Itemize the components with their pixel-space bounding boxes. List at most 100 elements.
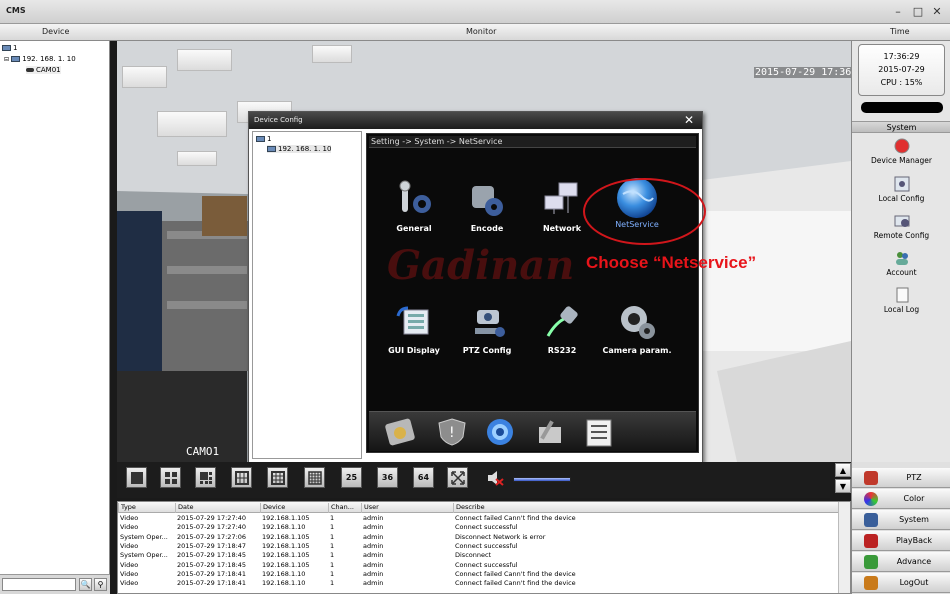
menu-rs232-label: RS232	[547, 346, 577, 355]
scroll-down-icon[interactable]: ▼	[835, 479, 851, 493]
shield-alert-icon[interactable]: !	[435, 417, 469, 447]
dialog-title-bar: Device Config ✕	[249, 112, 702, 129]
local-log-label: Local Log	[883, 305, 920, 314]
table-cell: 2015-07-29 17:18:47	[177, 541, 247, 550]
table-cell: Video	[120, 514, 139, 522]
table-row[interactable]: System Oper... 2015-07-29 17:27:06 192.168…	[118, 533, 840, 542]
col-device[interactable]: Device	[260, 503, 328, 513]
dialog-close-icon[interactable]: ✕	[684, 113, 694, 127]
table-row[interactable]: System Oper... 2015-07-29 17:18:45 192.168…	[118, 551, 840, 560]
col-describe[interactable]: Describe	[453, 503, 840, 513]
tree-camera-label: CAM01	[36, 66, 61, 74]
advance-button[interactable]: Advance	[852, 552, 950, 572]
dialog-tree-root-label: 1	[267, 135, 272, 143]
layout-9-button[interactable]	[267, 467, 288, 488]
ptz-icon	[864, 471, 878, 485]
local-config-item[interactable]: Local Config	[852, 176, 950, 203]
log-scrollbar[interactable]	[838, 502, 850, 593]
menu-ptz-config[interactable]: PTZ Config	[452, 302, 522, 355]
table-cell: Connect successful	[455, 560, 518, 569]
table-cell: admin	[363, 551, 384, 560]
device-search-input[interactable]	[2, 578, 76, 591]
volume-slider[interactable]	[513, 477, 571, 482]
table-cell: 192.168.1.105	[262, 560, 310, 569]
tree-root-label: 1	[13, 44, 18, 52]
table-row[interactable]: Video 2015-07-29 17:18:41 192.168.1.10 1 adm…	[118, 579, 840, 588]
table-cell: 192.168.1.10	[262, 523, 306, 532]
layout-25-button[interactable]: 25	[341, 467, 362, 488]
menu-camera-param[interactable]: Camera param.	[602, 302, 672, 355]
table-cell: Video	[120, 560, 139, 569]
table-cell: 1	[330, 569, 335, 578]
settings-gear-icon[interactable]	[483, 417, 517, 447]
layout-6-button[interactable]	[195, 467, 216, 488]
table-row[interactable]: Video 2015-07-29 17:27:40 192.168.1.10 1 adm…	[118, 523, 840, 532]
tree-camera[interactable]: CAM01	[26, 66, 61, 74]
hdd-icon[interactable]	[383, 417, 417, 447]
table-row[interactable]: Video 2015-07-29 17:18:41 192.168.1.10 1 adm…	[118, 570, 840, 579]
menu-rs232[interactable]: RS232	[527, 302, 597, 355]
table-cell: 2015-07-29 17:18:41	[177, 569, 247, 578]
ptz-button[interactable]: PTZ	[852, 468, 950, 488]
filter-icon[interactable]: ⚲	[94, 578, 107, 591]
system-button[interactable]: System	[852, 510, 950, 530]
info-list-icon[interactable]	[581, 417, 615, 447]
table-row[interactable]: Video 2015-07-29 17:18:47 192.168.1.105 1 ad…	[118, 542, 840, 551]
dvr-icon	[11, 56, 21, 62]
local-config-icon	[894, 176, 910, 192]
col-date[interactable]: Date	[175, 503, 260, 513]
device-manager-item[interactable]: Device Manager	[852, 138, 950, 165]
tree-root[interactable]: 1	[2, 44, 17, 52]
device-manager-icon	[894, 138, 910, 154]
log-file-icon	[894, 287, 910, 303]
close-icon[interactable]: ✕	[930, 6, 944, 18]
col-channel[interactable]: Chan...	[328, 503, 361, 513]
local-log-item[interactable]: Local Log	[852, 287, 950, 314]
layout-4-button[interactable]	[160, 467, 181, 488]
table-cell: 192.168.1.105	[262, 541, 310, 550]
logout-button[interactable]: LogOut	[852, 573, 950, 593]
menu-general[interactable]: General	[379, 180, 449, 233]
remote-config-item[interactable]: Remote Config	[852, 213, 950, 240]
table-cell: Video	[120, 523, 139, 532]
cpu-bar	[861, 102, 943, 113]
dialog-tree-root[interactable]: 1	[256, 135, 271, 143]
minimize-icon[interactable]: –	[891, 6, 905, 18]
tree-device[interactable]: ⊟ 192. 168. 1. 10	[4, 55, 76, 63]
group-icon	[2, 45, 11, 51]
menu-gui-display[interactable]: GUI Display	[379, 302, 449, 355]
scroll-up-icon[interactable]: ▲	[835, 463, 851, 477]
dialog-tree-device[interactable]: 192. 168. 1. 10	[267, 145, 332, 153]
camera-label: CAMO1	[186, 445, 220, 458]
table-cell: 2015-07-29 17:18:41	[177, 579, 247, 588]
table-cell: 1	[330, 551, 335, 560]
table-cell: 1	[330, 541, 335, 550]
mute-icon[interactable]	[483, 467, 504, 488]
layout-1-button[interactable]	[126, 467, 147, 488]
layout-36-button[interactable]: 36	[377, 467, 398, 488]
table-cell: Connect failed Cann't find the device	[455, 579, 576, 588]
search-icon[interactable]: 🔍	[79, 578, 92, 591]
layout-8-button[interactable]	[231, 467, 252, 488]
tools-icon[interactable]	[533, 417, 567, 447]
table-cell: 192.168.1.10	[262, 569, 306, 578]
table-cell: admin	[363, 560, 384, 569]
table-row[interactable]: Video 2015-07-29 17:18:45 192.168.1.105 1 ad…	[118, 561, 840, 570]
time-header: Time	[890, 27, 910, 36]
layout-64-button[interactable]: 64	[413, 467, 434, 488]
layout-16-button[interactable]	[304, 467, 325, 488]
local-config-label: Local Config	[878, 194, 925, 203]
account-item[interactable]: Account	[852, 250, 950, 277]
color-button[interactable]: Color	[852, 489, 950, 509]
logout-label: LogOut	[899, 578, 929, 587]
menu-network-label: Network	[542, 224, 582, 233]
col-type[interactable]: Type	[118, 503, 175, 513]
maximize-icon[interactable]: □	[911, 6, 925, 18]
fullscreen-icon[interactable]	[447, 467, 468, 488]
menu-encode[interactable]: Encode	[452, 180, 522, 233]
advance-label: Advance	[896, 557, 932, 566]
table-row[interactable]: Video 2015-07-29 17:27:40 192.168.1.105 1 ad…	[118, 514, 840, 523]
col-user[interactable]: User	[361, 503, 453, 513]
playback-button[interactable]: PlayBack	[852, 531, 950, 551]
system-icon	[864, 513, 878, 527]
